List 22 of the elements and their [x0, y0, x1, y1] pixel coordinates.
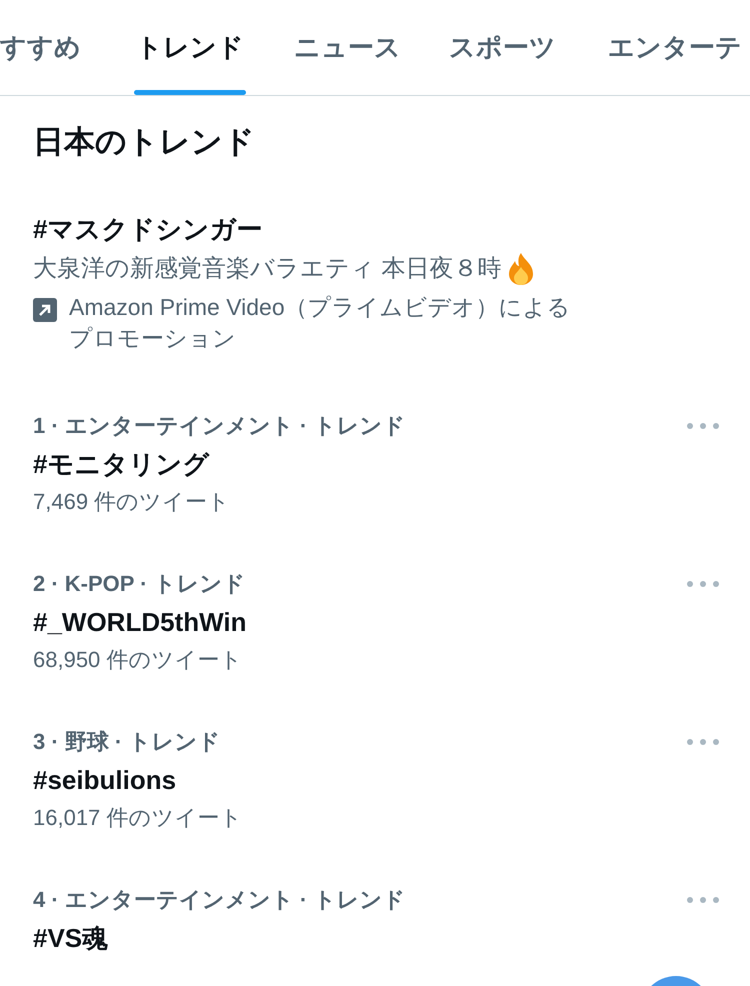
trend-category: 1 · エンターテインメント · トレンド: [33, 412, 406, 440]
tab[interactable]: トレンド: [136, 0, 244, 95]
trend-name[interactable]: #モニタリング: [33, 447, 210, 481]
tab[interactable]: スポーツ: [449, 0, 556, 95]
trend-category: 3 · 野球 · トレンド: [33, 728, 220, 756]
promoted-label: プロモーション: [69, 324, 237, 353]
tweet-count: 7,469 件のツイート: [33, 488, 232, 516]
trend-category: 4 · エンターテインメント · トレンド: [33, 886, 406, 914]
promoted-icon: [33, 298, 57, 322]
section-title: 日本のトレンド: [33, 123, 256, 161]
tab[interactable]: すすめ: [0, 0, 81, 95]
trend-name[interactable]: #VS魂: [33, 921, 108, 955]
tab[interactable]: ニュース: [294, 0, 401, 95]
tab[interactable]: エンターテ: [608, 0, 742, 95]
trend-category: 2 · K-POP · トレンド: [33, 570, 246, 598]
trend-name[interactable]: #seibulions: [33, 763, 176, 797]
promoted-label: Amazon Prime Video（プライムビデオ）による: [69, 293, 571, 322]
trend-description: 大泉洋の新感覚音楽バラエティ 本日夜８時: [33, 254, 502, 284]
tweet-count: 68,950 件のツイート: [33, 646, 244, 674]
trend-name[interactable]: #マスクドシンガー: [33, 212, 717, 246]
trend-name[interactable]: #_WORLD5thWin: [33, 605, 247, 639]
tweet-count: 16,017 件のツイート: [33, 804, 244, 832]
